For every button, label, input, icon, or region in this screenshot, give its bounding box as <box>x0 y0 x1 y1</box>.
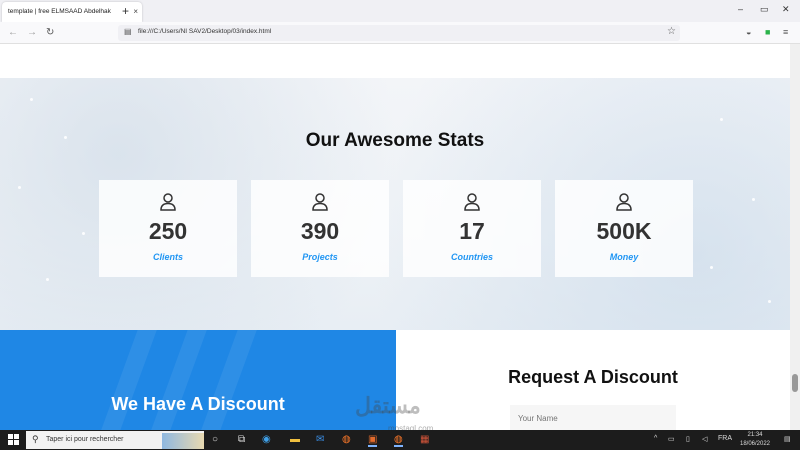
taskbar-clock[interactable]: 21:34 18/06/2022 <box>735 431 775 449</box>
name-input[interactable] <box>510 405 676 430</box>
stats-title: Our Awesome Stats <box>305 130 485 151</box>
taskbar-search-box[interactable]: ⚲ Taper ici pour rechercher <box>26 431 204 449</box>
new-tab-button[interactable]: + <box>122 4 129 18</box>
background-dot <box>752 198 755 201</box>
close-window-icon[interactable]: ✕ <box>782 4 790 15</box>
clock-date: 18/06/2022 <box>739 441 771 447</box>
menu-icon[interactable]: ≡ <box>783 27 788 37</box>
browser-nav-bar: ← → ↻ ▤ file:///C:/Users/NI SAV2/Desktop… <box>0 22 800 44</box>
file-explorer-icon[interactable]: ▬ <box>290 434 300 445</box>
page-scrollbar[interactable] <box>790 44 800 430</box>
sublime-icon[interactable]: ▣ <box>368 434 378 447</box>
background-dot <box>710 266 713 269</box>
stat-card-money: 500K Money <box>555 180 693 277</box>
user-icon <box>464 193 480 211</box>
background-dot <box>768 300 771 303</box>
battery-icon[interactable]: ▯ <box>686 435 690 443</box>
background-dot <box>82 232 85 235</box>
browser-tab[interactable]: template | free ELMSAAD Abdelhak × <box>2 2 142 22</box>
file-icon: ▤ <box>124 27 132 36</box>
firefox-icon[interactable]: ◍ <box>342 434 351 445</box>
stat-value: 500K <box>596 218 652 244</box>
user-icon <box>160 193 176 211</box>
page-viewport: Our Awesome Stats 250 Clients 390 Projec… <box>0 44 790 430</box>
stat-card-clients: 250 Clients <box>99 180 237 277</box>
user-icon <box>312 193 328 211</box>
reload-icon[interactable]: ↻ <box>46 27 54 38</box>
language-indicator[interactable]: FRA <box>718 435 732 442</box>
stat-label: Countries <box>450 252 493 262</box>
app-icon[interactable]: ▦ <box>420 434 429 445</box>
background-stripe <box>150 330 208 430</box>
firefox-active-icon[interactable]: ◍ <box>394 434 403 447</box>
background-dot <box>30 98 33 101</box>
background-stripe <box>200 330 258 430</box>
notification-icon[interactable]: ▤ <box>784 435 791 443</box>
search-icon: ⚲ <box>32 434 39 444</box>
windows-taskbar: ⚲ Taper ici pour rechercher ○ ⧉ ◉ ▬ ✉ ◍ … <box>0 430 800 450</box>
cortana-icon[interactable]: ○ <box>212 434 218 445</box>
search-highlight-image <box>162 433 204 449</box>
background-dot <box>720 118 723 121</box>
pocket-icon[interactable]: ◒ <box>746 27 751 37</box>
edge-icon[interactable]: ◉ <box>262 434 271 445</box>
header-section-bottom <box>0 44 790 78</box>
tray-chevron-icon[interactable]: ^ <box>654 435 657 442</box>
bookmark-star-icon[interactable]: ☆ <box>667 26 676 37</box>
url-text[interactable]: file:///C:/Users/NI SAV2/Desktop/03/inde… <box>138 28 271 35</box>
stat-label: Money <box>609 252 639 262</box>
background-dot <box>46 278 49 281</box>
stat-value: 17 <box>459 218 485 244</box>
tab-title: template | free ELMSAAD Abdelhak <box>8 8 111 15</box>
request-discount-title: Request A Discount <box>508 367 678 387</box>
search-placeholder: Taper ici pour rechercher <box>46 436 124 443</box>
stat-value: 250 <box>148 218 188 244</box>
minimize-icon[interactable]: – <box>738 4 743 14</box>
mail-icon[interactable]: ✉ <box>316 434 324 445</box>
request-discount-form: Request A Discount <box>396 330 790 430</box>
url-bar[interactable]: ▤ file:///C:/Users/NI SAV2/Desktop/03/in… <box>118 25 680 41</box>
stat-card-projects: 390 Projects <box>251 180 389 277</box>
back-icon[interactable]: ← <box>8 27 18 38</box>
discount-banner: We Have A Discount <box>0 330 396 430</box>
clock-time: 21:34 <box>747 432 763 438</box>
stat-card-countries: 17 Countries <box>403 180 541 277</box>
stat-label: Clients <box>152 252 183 262</box>
volume-icon[interactable]: ◁ <box>702 435 707 443</box>
browser-tab-bar: template | free ELMSAAD Abdelhak × + – ▭… <box>0 0 800 22</box>
background-dot <box>18 186 21 189</box>
scrollbar-thumb[interactable] <box>792 374 798 392</box>
network-icon[interactable]: ▭ <box>668 435 675 443</box>
windows-start-icon[interactable] <box>8 434 20 446</box>
restore-icon[interactable]: ▭ <box>760 4 769 15</box>
task-view-icon[interactable]: ⧉ <box>238 434 245 445</box>
stats-section: Our Awesome Stats 250 Clients 390 Projec… <box>0 78 790 330</box>
stat-value: 390 <box>300 218 340 244</box>
close-tab-icon[interactable]: × <box>133 7 138 16</box>
discount-title: We Have A Discount <box>111 394 285 414</box>
extension-icon[interactable]: ■ <box>765 27 770 37</box>
stat-label: Projects <box>302 252 338 262</box>
background-stripe <box>100 330 158 430</box>
watermark-logo: مستقل <box>355 393 421 418</box>
forward-icon[interactable]: → <box>27 27 37 38</box>
user-icon <box>616 193 632 211</box>
